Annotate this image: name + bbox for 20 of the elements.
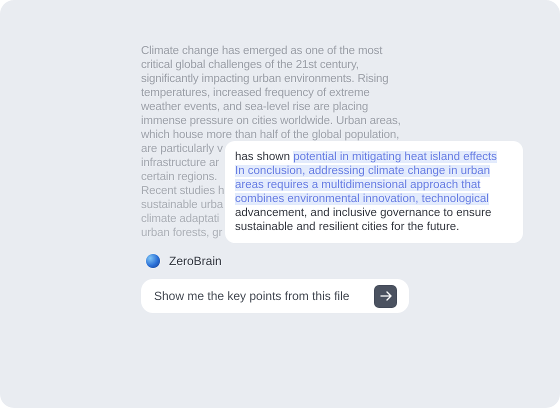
send-button[interactable] xyxy=(374,284,397,308)
arrow-right-icon xyxy=(380,291,392,301)
document-line: urban forests, gr xyxy=(141,226,222,240)
document-line: immense pressure on cities worldwide. Urban areas, xyxy=(141,114,401,128)
document-line: sustainable urba xyxy=(141,198,223,212)
document-line: critical global challenges of the 21st century, xyxy=(141,58,359,72)
assistant-logo-icon xyxy=(146,254,160,268)
document-line: certain regions. xyxy=(141,170,218,184)
document-line: are particularly v xyxy=(141,142,223,156)
document-line: which house more than half of the global population, xyxy=(141,128,400,142)
document-line: significantly impacting urban environments. Rising xyxy=(141,72,389,86)
document-line: temperatures, increased frequency of extreme xyxy=(141,86,370,100)
document-line: Climate change has emerged as one of the most xyxy=(141,44,382,58)
document-line: Recent studies h xyxy=(141,184,224,198)
document-line: climate adaptati xyxy=(141,212,220,226)
assistant-name: ZeroBrain xyxy=(169,253,222,270)
document-line: weather events, and sea-level rise are placing xyxy=(141,100,368,114)
prompt-field[interactable]: Show me the key points from this file xyxy=(141,279,409,313)
document-line: infrastructure ar xyxy=(141,156,219,170)
response-text: has shown potential in mitigating heat island effects In conclusion, addressing climate change in urban areas requires a multidimensional approach that combines environmental innovation, technological advancement, and inclusive governance to ensure sustainable and resilient cities for the future. xyxy=(235,150,498,234)
